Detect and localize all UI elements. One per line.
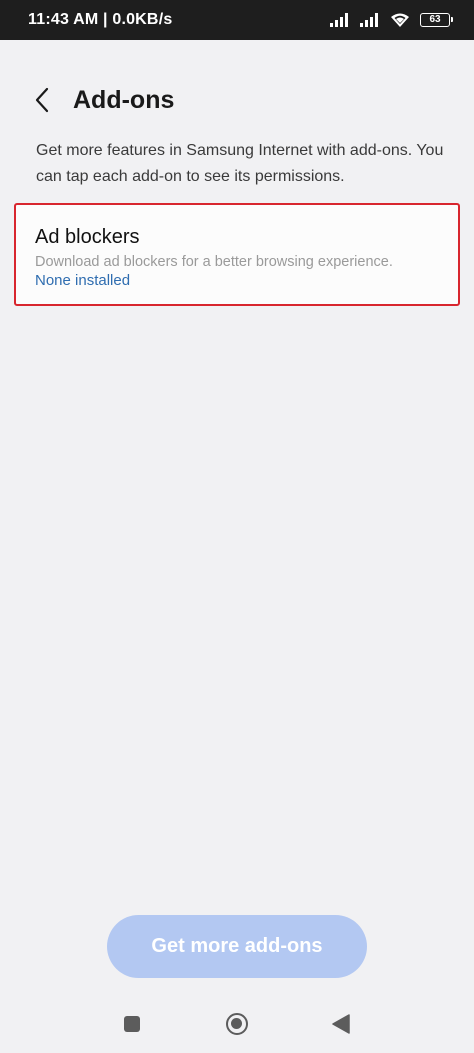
page-title: Add-ons <box>73 86 175 114</box>
addon-description: Download ad blockers for a better browsi… <box>35 254 393 270</box>
chevron-left-icon <box>35 87 49 113</box>
signal-icon <box>330 13 350 27</box>
signal-icon <box>360 13 380 27</box>
addon-item-ad-blockers[interactable]: Ad blockers Download ad blockers for a b… <box>14 203 460 306</box>
status-icons: 63 <box>330 0 453 40</box>
home-icon[interactable] <box>226 1013 248 1035</box>
back-button[interactable] <box>26 82 58 118</box>
status-bar: 11:43 AM | 0.0KB/s 63 <box>0 0 474 40</box>
get-more-addons-button[interactable]: Get more add-ons <box>107 915 367 978</box>
battery-level: 63 <box>429 14 441 25</box>
addon-title: Ad blockers <box>35 226 140 248</box>
battery-icon: 63 <box>420 13 453 27</box>
recents-icon[interactable] <box>124 1016 140 1032</box>
back-triangle-icon[interactable] <box>332 1014 350 1034</box>
page-description: Get more features in Samsung Internet wi… <box>36 142 444 185</box>
app-header: Add-ons <box>0 72 474 128</box>
status-time: 11:43 AM | 0.0KB/s <box>28 11 173 28</box>
wifi-icon <box>390 13 410 28</box>
navigation-bar <box>0 995 474 1053</box>
addon-status: None installed <box>35 272 131 289</box>
